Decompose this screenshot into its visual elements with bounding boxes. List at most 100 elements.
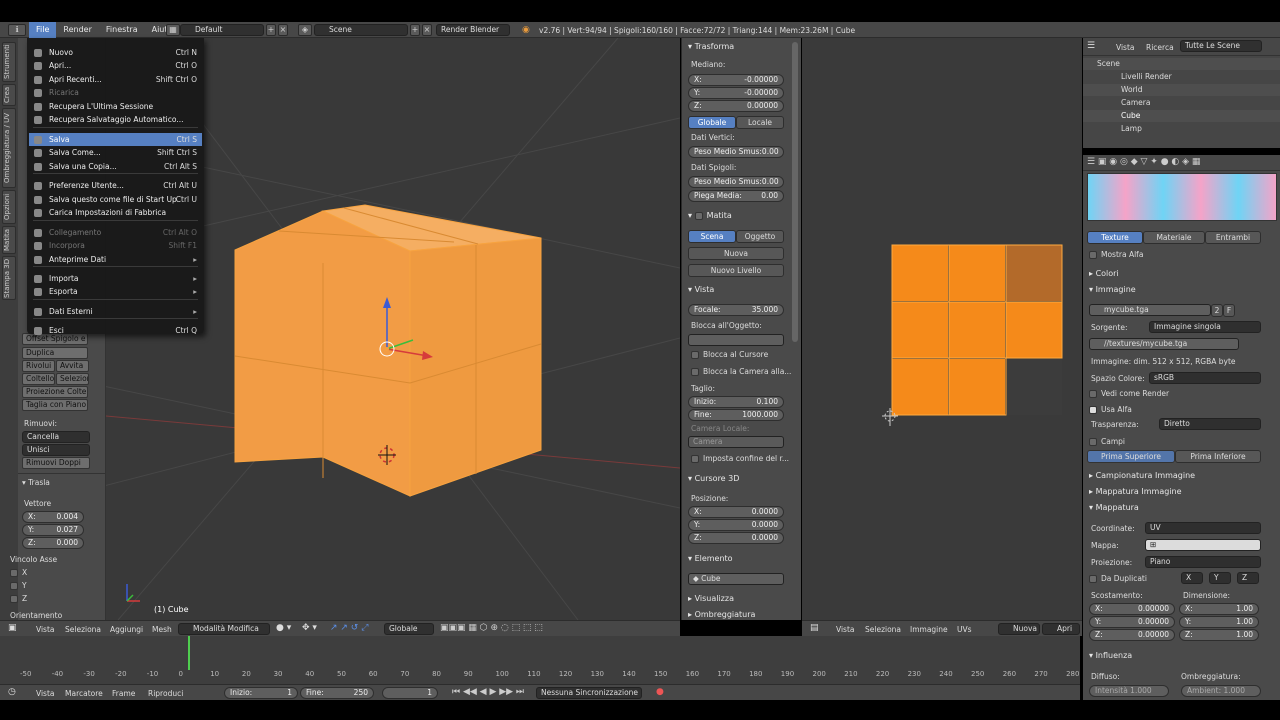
sync-select[interactable]: Nessuna Sincronizzazione	[536, 687, 642, 699]
visualizza-panel-title[interactable]: ▸ Visualizza	[688, 594, 734, 603]
remove-layout-icon[interactable]: ×	[278, 24, 288, 36]
outliner-filter-select[interactable]: Tutte Le Scene	[1180, 40, 1262, 52]
uv-menu-vista[interactable]: Vista	[836, 625, 855, 634]
spin-button[interactable]: Rivolui	[22, 360, 55, 372]
file-menu-item-esporta[interactable]: Esporta ▸	[29, 285, 202, 298]
grease-scene-toggle[interactable]: Scena	[688, 230, 736, 243]
clip-start-field[interactable]: Inizio: 0.100	[688, 396, 784, 408]
npanel-scrollbar[interactable]	[792, 42, 798, 342]
render-border-checkbox[interactable]: Imposta confine del r...	[691, 454, 789, 463]
viewport-menu-mesh[interactable]: Mesh	[152, 625, 172, 634]
mapping-panel-title[interactable]: ▾ Mappatura	[1089, 503, 1139, 512]
knife-button[interactable]: Coltello	[22, 373, 55, 385]
knife-project-button[interactable]: Proiezione Coltello	[22, 386, 88, 398]
mode-select[interactable]: Modalità Modifica	[178, 623, 270, 635]
remove-scene-icon[interactable]: ×	[422, 24, 432, 36]
file-menu-item-salva[interactable]: Salva Ctrl S	[29, 133, 202, 146]
file-menu-item-carica-impostazioni-di-fabbrica[interactable]: Carica Impostazioni di Fabbrica	[29, 206, 202, 219]
viewport-menu-vista[interactable]: Vista	[36, 625, 55, 634]
start-frame-field[interactable]: Inizio: 1	[224, 687, 298, 699]
file-menu-item-salva-come[interactable]: Salva Come... Shift Ctrl S	[29, 146, 202, 159]
file-menu-item-salva-questo-come-file-di-start-up[interactable]: Salva questo come file di Start Up Ctrl U	[29, 193, 202, 206]
show-alpha-checkbox[interactable]: Mostra Alfa	[1089, 250, 1143, 259]
constraint-z[interactable]: Z	[10, 594, 27, 603]
layout-select[interactable]: Default	[180, 24, 264, 36]
offset-x-field[interactable]: X: 0.00000	[1089, 603, 1175, 615]
lower-first-toggle[interactable]: Prima Inferiore	[1175, 450, 1261, 463]
file-menu-item-nuovo[interactable]: Nuovo Ctrl N	[29, 46, 202, 59]
tab-stampa3d[interactable]: Stampa 3D	[2, 256, 16, 300]
vertex-bevel-weight-field[interactable]: Peso Medio Smus: 0.00	[688, 146, 784, 158]
file-menu-item-preferenze-utente[interactable]: Preferenze Utente... Ctrl Alt U	[29, 179, 202, 192]
dissolve-dropdown[interactable]: Unisci	[22, 444, 90, 456]
median-x-field[interactable]: X: -0.00000	[688, 74, 784, 86]
tab-matita[interactable]: Matita	[2, 226, 16, 254]
tab-strumenti[interactable]: Strumenti	[2, 42, 16, 82]
uv-menu-immagine[interactable]: Immagine	[910, 625, 948, 634]
new-layer-button[interactable]: Nuovo Livello	[688, 264, 784, 277]
trasforma-panel-title[interactable]: ▾ Trasforma	[688, 42, 734, 51]
duplicate-button[interactable]: Duplica	[22, 347, 88, 359]
outliner-editor-icon[interactable]: ☰	[1087, 41, 1095, 51]
outliner-menu-ricerca[interactable]: Ricerca	[1146, 43, 1174, 52]
outliner-row-layers[interactable]: Livelli Render	[1083, 71, 1280, 83]
file-menu-item-recupera-l-ultima-sessione[interactable]: Recupera L'Ultima Sessione	[29, 100, 202, 113]
ombreggiatura-panel-title[interactable]: ▸ Ombreggiatura	[688, 610, 755, 619]
outliner-row-cube[interactable]: Cube	[1083, 110, 1280, 122]
colori-panel-title[interactable]: ▸ Colori	[1089, 269, 1119, 278]
fake-user-button[interactable]: F	[1223, 304, 1235, 317]
pivot-icon[interactable]: ✥ ▾	[302, 623, 317, 633]
file-menu-item-apri-recenti[interactable]: Apri Recenti... Shift Ctrl O	[29, 73, 202, 86]
layout-icon[interactable]: ▦	[166, 24, 180, 36]
outliner-row-camera[interactable]: Camera	[1083, 97, 1280, 109]
view-as-render-checkbox[interactable]: Vedi come Render	[1089, 389, 1169, 398]
immagine-panel-title[interactable]: ▾ Immagine	[1089, 285, 1136, 294]
mapping-y-dropdown[interactable]: Y	[1209, 572, 1231, 584]
file-menu-item-apri[interactable]: Apri... Ctrl O	[29, 59, 202, 72]
delete-dropdown[interactable]: Cancella	[22, 431, 90, 443]
new-image-button[interactable]: Nuova	[998, 623, 1040, 635]
element-name-field[interactable]: ◆ Cube	[688, 573, 784, 585]
global-toggle[interactable]: Globale	[688, 116, 736, 129]
menu-file[interactable]: File	[29, 22, 57, 38]
tab-ombreggiatura-uv[interactable]: Ombreggiatura / UV	[2, 108, 16, 188]
offset-y-field[interactable]: Y: 0.00000	[1089, 616, 1175, 628]
add-scene-icon[interactable]: +	[410, 24, 420, 36]
median-y-field[interactable]: Y: -0.00000	[688, 87, 784, 99]
mapping-z-dropdown[interactable]: Z	[1237, 572, 1259, 584]
select-button[interactable]: Selezion	[56, 373, 89, 385]
file-menu-item-importa[interactable]: Importa ▸	[29, 272, 202, 285]
transparency-dropdown[interactable]: Diretto	[1159, 418, 1261, 430]
tab-crea[interactable]: Crea	[2, 84, 16, 106]
use-alpha-checkbox[interactable]: Usa Alfa	[1089, 405, 1132, 414]
tab-texture[interactable]: Texture	[1087, 231, 1143, 244]
file-menu-item-salva-una-copia[interactable]: Salva una Copia... Ctrl Alt S	[29, 160, 202, 173]
size-y-field[interactable]: Y: 1.00	[1179, 616, 1259, 628]
grease-new-button[interactable]: Nuova	[688, 247, 784, 260]
uv-canvas[interactable]	[802, 38, 1082, 620]
ambient-field[interactable]: Ambient: 1.000	[1181, 685, 1261, 697]
mean-crease-field[interactable]: Piega Media: 0.00	[688, 190, 784, 202]
lock-cursor-checkbox[interactable]: Blocca al Cursore	[691, 350, 768, 359]
playback-controls-icons[interactable]: ⏮ ◀◀ ◀ ▶ ▶▶ ⏭	[452, 687, 524, 697]
matita-panel-title[interactable]: ▾ Matita	[688, 211, 732, 220]
tab-opzioni[interactable]: Opzioni	[2, 190, 16, 224]
timeline[interactable]: -50 -40 -30 -20 -10 0 10 20 30 40 50 60 70 80 90 100 110…	[0, 636, 1080, 684]
offset-z-field[interactable]: Z: 0.00000	[1089, 629, 1175, 641]
mapping-x-dropdown[interactable]: X	[1181, 572, 1203, 584]
image-sampling-title[interactable]: ▸ Campionatura Immagine	[1089, 471, 1195, 480]
uv-map-field[interactable]: ⊞	[1145, 539, 1261, 551]
influence-panel-title[interactable]: ▾ Influenza	[1089, 651, 1132, 660]
outliner-row-lamp[interactable]: Lamp	[1083, 123, 1280, 135]
intensity-field[interactable]: Intensità 1.000	[1089, 685, 1169, 697]
viewport-editor-icon[interactable]: ▣	[8, 623, 17, 633]
timeline-menu-vista[interactable]: Vista	[36, 689, 55, 698]
bisect-button[interactable]: Taglia con Piano	[22, 399, 88, 411]
select-mode-icons[interactable]: ▣▣▣ ▦ ⬡ ⊕ ◌ ⬚ ⬚ ⬚	[440, 623, 543, 633]
add-layout-icon[interactable]: +	[266, 24, 276, 36]
timeline-menu-riproduci[interactable]: Riproduci	[148, 689, 183, 698]
end-frame-field[interactable]: Fine: 250	[300, 687, 374, 699]
viewport-menu-seleziona[interactable]: Seleziona	[65, 625, 101, 634]
vector-y-field[interactable]: Y: 0.027	[22, 524, 84, 536]
cursor3d-panel-title[interactable]: ▾ Cursore 3D	[688, 474, 739, 483]
